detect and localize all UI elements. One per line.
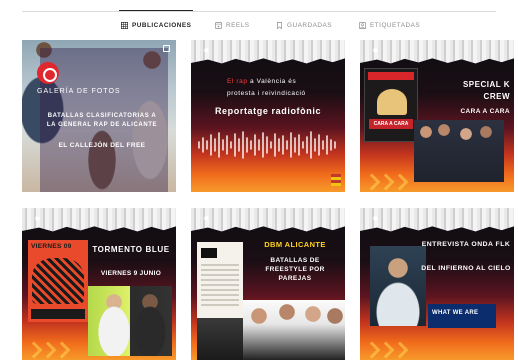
paper-texture xyxy=(360,40,514,64)
artist-photo xyxy=(88,286,172,356)
event-flyer xyxy=(197,242,243,318)
reels-icon xyxy=(215,21,222,29)
poster-header xyxy=(368,72,414,80)
post-title: EL CALLEJÓN DEL FREE xyxy=(58,142,146,149)
tab-label: ETIQUETADAS xyxy=(370,21,421,29)
post-tile[interactable]: GALERÍA DE FOTOS BATALLAS CLASIFICATORIA… xyxy=(22,40,176,192)
bookmark-icon xyxy=(277,21,282,29)
carousel-icon xyxy=(163,45,170,52)
album-label: WHAT WE ARE xyxy=(432,310,479,316)
post-line-rest: a València és xyxy=(250,78,297,85)
post-subtitle: CARA A CARA xyxy=(460,108,510,115)
tagged-icon xyxy=(359,21,366,29)
soundwave-graphic xyxy=(198,131,336,159)
camera-logo-icon xyxy=(37,62,59,84)
tab-publicaciones[interactable]: PUBLICACIONES xyxy=(118,10,194,32)
tab-label: PUBLICACIONES xyxy=(132,21,192,29)
event-poster: VIERNES 09 xyxy=(28,240,88,322)
paper-texture xyxy=(22,208,176,232)
post-tile[interactable]: CARA A CARA SPECIAL K CREW CARA A CARA xyxy=(360,40,514,192)
post-highlight: El rap xyxy=(227,78,248,85)
post-tile[interactable]: DBM ALICANTE BATALLAS DE FREESTYLE POR P… xyxy=(191,208,345,360)
post-tile[interactable]: VIERNES 09 TORMENTO BLUE VIERNES 9 JUNIO xyxy=(22,208,176,360)
chevrons-graphic xyxy=(25,341,71,359)
paper-texture xyxy=(191,40,345,64)
grid-icon xyxy=(121,21,128,29)
post-title: CREW xyxy=(483,92,510,101)
tab-divider xyxy=(22,11,496,12)
post-subtitle: BATALLAS CLASIFICATORIAS A LA GENERAL RA… xyxy=(46,113,158,128)
chevrons-graphic xyxy=(363,173,409,191)
tab-etiquetadas[interactable]: ETIQUETADAS xyxy=(359,18,420,32)
artist-photo xyxy=(370,246,426,326)
tab-guardadas[interactable]: GUARDADAS xyxy=(276,18,332,32)
post-tile[interactable]: ENTREVISTA ONDA FLK DEL INFIERNO AL CIEL… xyxy=(360,208,514,360)
post-line: El rap a València és xyxy=(227,78,296,85)
profile-tabs: PUBLICACIONES REELS GUARDADAS ETIQUETADA… xyxy=(0,0,518,36)
tab-label: REELS xyxy=(226,21,250,29)
tab-label: GUARDADAS xyxy=(287,21,332,29)
poster-footer xyxy=(31,309,85,319)
group-photo xyxy=(243,300,345,360)
post-title: TORMENTO BLUE xyxy=(92,245,170,254)
paper-texture xyxy=(360,208,514,232)
post-subtitle: BATALLAS DE FREESTYLE POR PAREJAS xyxy=(265,257,325,282)
post-date: VIERNES 9 JUNIO xyxy=(100,270,162,277)
flag-icon xyxy=(331,174,341,186)
post-gallery-label: GALERÍA DE FOTOS xyxy=(37,88,121,95)
post-line: protesta i reivindicació xyxy=(227,90,306,97)
post-title: DBM ALICANTE xyxy=(264,240,326,249)
post-title: ENTREVISTA ONDA FLK xyxy=(421,241,511,248)
chevrons-graphic xyxy=(363,341,409,359)
group-photo xyxy=(414,120,504,182)
poster-header: VIERNES 09 xyxy=(31,243,72,250)
post-subtitle: DEL INFIERNO AL CIELO xyxy=(421,265,511,272)
post-title: Reportatge radiofònic xyxy=(214,106,322,116)
crowd-photo xyxy=(197,318,247,360)
event-poster: CARA A CARA xyxy=(364,68,418,142)
poster-art xyxy=(32,258,84,304)
paper-texture xyxy=(191,208,345,232)
album-box: WHAT WE ARE xyxy=(428,304,496,328)
poster-figure xyxy=(377,89,407,115)
tab-reels[interactable]: REELS xyxy=(215,18,249,32)
poster-label: CARA A CARA xyxy=(369,119,413,129)
post-title: SPECIAL K xyxy=(462,80,510,89)
post-tile[interactable]: El rap a València és protesta i reivindi… xyxy=(191,40,345,192)
